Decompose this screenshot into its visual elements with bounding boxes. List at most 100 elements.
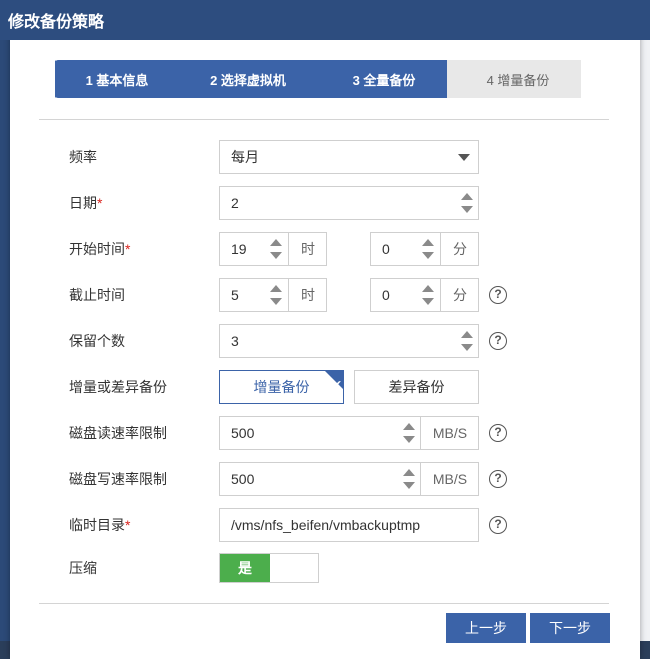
row-start-time: 开始时间* 19 时 0 分	[10, 232, 640, 266]
spin-up-icon[interactable]	[461, 331, 473, 338]
retain-count-value: 3	[231, 333, 239, 349]
retain-count-input[interactable]: 3	[219, 324, 479, 358]
help-icon[interactable]: ?	[489, 470, 507, 488]
spin-down-icon[interactable]	[403, 436, 415, 443]
frequency-label: 频率	[69, 149, 97, 165]
frequency-select[interactable]: 每月	[219, 140, 479, 174]
disk-read-limit-input[interactable]: 500 MB/S	[219, 416, 479, 450]
required-mark: *	[125, 241, 131, 257]
spin-up-icon[interactable]	[461, 193, 473, 200]
temp-dir-label: 临时目录*	[69, 508, 130, 542]
spin-down-icon[interactable]	[461, 206, 473, 213]
differential-backup-option[interactable]: 差异备份	[354, 370, 479, 404]
spin-up-icon[interactable]	[422, 285, 434, 292]
start-minute-unit: 分	[440, 233, 479, 265]
wizard-steps: 4 增量备份 3 全量备份 2 选择虚拟机 1 基本信息	[55, 59, 581, 99]
frequency-value: 每月	[231, 149, 259, 165]
spin-up-icon[interactable]	[403, 469, 415, 476]
compress-label: 压缩	[69, 560, 97, 576]
spin-up-icon[interactable]	[270, 239, 282, 246]
disk-read-limit-value: 500	[231, 425, 255, 441]
required-mark: *	[97, 195, 103, 211]
disk-write-limit-input[interactable]: 500 MB/S	[219, 462, 479, 496]
end-minute-unit: 分	[440, 279, 479, 311]
top-divider	[39, 119, 609, 120]
row-disk-write-limit: 磁盘写速率限制 500 MB/S ?	[10, 462, 640, 496]
disk-write-limit-value: 500	[231, 471, 255, 487]
check-icon: ✔	[332, 379, 342, 391]
start-hour-spinner[interactable]	[269, 233, 283, 265]
incremental-backup-label: 增量备份	[253, 379, 310, 395]
step-4-label: 4 增量备份	[486, 72, 550, 88]
step-3-label: 3 全量备份	[352, 72, 416, 88]
end-hour-input[interactable]: 5 时	[219, 278, 327, 312]
disk-read-limit-unit: MB/S	[420, 417, 479, 449]
temp-dir-input[interactable]: /vms/nfs_beifen/vmbackuptmp	[219, 508, 479, 542]
start-hour-unit: 时	[288, 233, 327, 265]
step-2-label: 2 选择虚拟机	[210, 72, 286, 88]
caret-down-icon	[458, 154, 470, 161]
bottom-divider	[39, 603, 609, 604]
help-icon[interactable]: ?	[489, 424, 507, 442]
row-temp-dir: 临时目录* /vms/nfs_beifen/vmbackuptmp ?	[10, 508, 640, 542]
start-hour-input[interactable]: 19 时	[219, 232, 327, 266]
step-1-label: 1 基本信息	[85, 72, 149, 88]
background-sidebar	[0, 40, 10, 659]
spin-down-icon[interactable]	[461, 344, 473, 351]
retain-count-spinner[interactable]	[460, 325, 474, 357]
row-disk-read-limit: 磁盘读速率限制 500 MB/S ?	[10, 416, 640, 450]
help-icon[interactable]: ?	[489, 286, 507, 304]
temp-dir-value: /vms/nfs_beifen/vmbackuptmp	[231, 517, 421, 533]
start-minute-spinner[interactable]	[421, 233, 435, 265]
spin-up-icon[interactable]	[403, 423, 415, 430]
row-frequency: 频率 每月	[10, 140, 640, 174]
dialog-title: 修改备份策略	[8, 14, 105, 31]
date-label: 日期*	[69, 186, 102, 220]
start-minute-input[interactable]: 0 分	[370, 232, 479, 266]
compress-switch-on: 是	[220, 554, 270, 582]
row-retain-count: 保留个数 3 ?	[10, 324, 640, 358]
end-time-label: 截止时间	[69, 287, 125, 303]
start-time-label-text: 开始时间	[69, 241, 125, 257]
spin-down-icon[interactable]	[422, 252, 434, 259]
row-backup-mode: 增量或差异备份 增量备份 ✔ 差异备份	[10, 370, 640, 404]
next-step-button[interactable]: 下一步	[530, 613, 610, 643]
step-1[interactable]: 1 基本信息	[55, 60, 179, 98]
dialog-header: 修改备份策略	[0, 0, 650, 40]
temp-dir-label-text: 临时目录	[69, 517, 125, 533]
prev-step-button[interactable]: 上一步	[446, 613, 526, 643]
disk-write-limit-spinner[interactable]	[402, 463, 416, 495]
help-icon[interactable]: ?	[489, 332, 507, 350]
start-hour-value: 19	[231, 241, 247, 257]
disk-write-limit-unit: MB/S	[420, 463, 479, 495]
incremental-backup-option[interactable]: 增量备份 ✔	[219, 370, 344, 404]
spin-down-icon[interactable]	[270, 298, 282, 305]
spin-down-icon[interactable]	[422, 298, 434, 305]
date-spinner[interactable]	[460, 187, 474, 219]
end-minute-value: 0	[382, 287, 390, 303]
start-time-label: 开始时间*	[69, 232, 130, 266]
backup-policy-dialog: 修改备份策略 4 增量备份 3 全量备份 2 选择虚拟机 1 基本信息 频率 每…	[0, 0, 650, 659]
spin-up-icon[interactable]	[422, 239, 434, 246]
row-compress: 压缩 是	[10, 552, 640, 586]
disk-read-limit-label: 磁盘读速率限制	[69, 425, 167, 441]
end-hour-spinner[interactable]	[269, 279, 283, 311]
end-minute-spinner[interactable]	[421, 279, 435, 311]
compress-switch[interactable]: 是	[219, 553, 319, 583]
spin-down-icon[interactable]	[403, 482, 415, 489]
spin-up-icon[interactable]	[270, 285, 282, 292]
start-minute-value: 0	[382, 241, 390, 257]
end-hour-unit: 时	[288, 279, 327, 311]
row-end-time: 截止时间 5 时 0 分 ?	[10, 278, 640, 312]
date-input[interactable]: 2	[219, 186, 479, 220]
step-4[interactable]: 4 增量备份	[445, 60, 581, 98]
step-3[interactable]: 3 全量备份	[307, 60, 447, 98]
differential-backup-label: 差异备份	[388, 379, 445, 395]
spin-down-icon[interactable]	[270, 252, 282, 259]
end-minute-input[interactable]: 0 分	[370, 278, 479, 312]
disk-read-limit-spinner[interactable]	[402, 417, 416, 449]
step-2[interactable]: 2 选择虚拟机	[179, 60, 307, 98]
disk-write-limit-label: 磁盘写速率限制	[69, 471, 167, 487]
help-icon[interactable]: ?	[489, 516, 507, 534]
date-value: 2	[231, 195, 239, 211]
